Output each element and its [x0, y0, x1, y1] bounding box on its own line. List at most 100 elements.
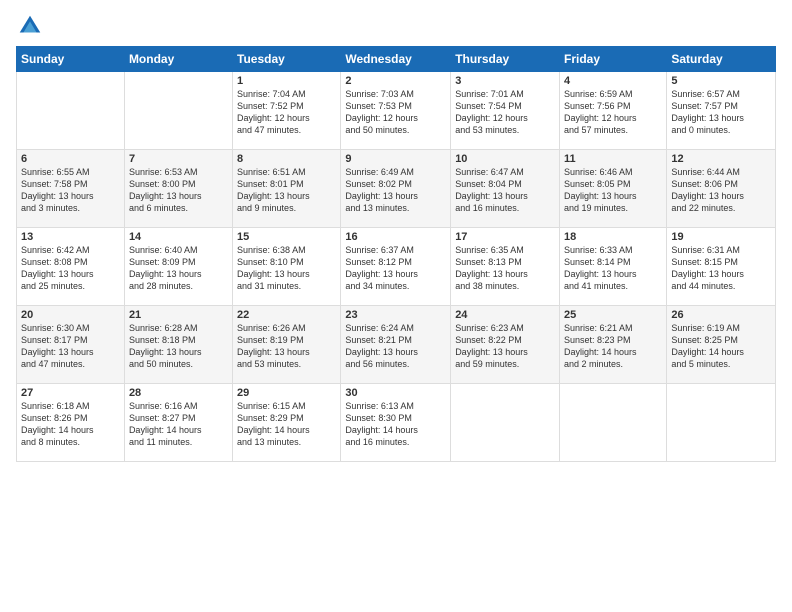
calendar-cell: 18Sunrise: 6:33 AM Sunset: 8:14 PM Dayli…: [560, 228, 667, 306]
calendar-cell: 24Sunrise: 6:23 AM Sunset: 8:22 PM Dayli…: [451, 306, 560, 384]
day-number: 29: [237, 387, 336, 399]
day-number: 1: [237, 75, 336, 87]
calendar-body: 1Sunrise: 7:04 AM Sunset: 7:52 PM Daylig…: [17, 72, 776, 462]
calendar-cell: 30Sunrise: 6:13 AM Sunset: 8:30 PM Dayli…: [341, 384, 451, 462]
logo: [16, 12, 47, 40]
calendar-cell: 25Sunrise: 6:21 AM Sunset: 8:23 PM Dayli…: [560, 306, 667, 384]
day-number: 16: [345, 231, 446, 243]
day-info: Sunrise: 6:26 AM Sunset: 8:19 PM Dayligh…: [237, 322, 336, 371]
day-info: Sunrise: 6:44 AM Sunset: 8:06 PM Dayligh…: [671, 166, 771, 215]
calendar-cell: 6Sunrise: 6:55 AM Sunset: 7:58 PM Daylig…: [17, 150, 125, 228]
day-info: Sunrise: 7:01 AM Sunset: 7:54 PM Dayligh…: [455, 88, 555, 137]
calendar-week-row: 6Sunrise: 6:55 AM Sunset: 7:58 PM Daylig…: [17, 150, 776, 228]
calendar-week-row: 1Sunrise: 7:04 AM Sunset: 7:52 PM Daylig…: [17, 72, 776, 150]
calendar-cell: 16Sunrise: 6:37 AM Sunset: 8:12 PM Dayli…: [341, 228, 451, 306]
day-number: 30: [345, 387, 446, 399]
logo-icon: [16, 12, 44, 40]
calendar-week-row: 13Sunrise: 6:42 AM Sunset: 8:08 PM Dayli…: [17, 228, 776, 306]
weekday-header-saturday: Saturday: [667, 47, 776, 72]
day-number: 22: [237, 309, 336, 321]
day-info: Sunrise: 6:15 AM Sunset: 8:29 PM Dayligh…: [237, 400, 336, 449]
day-number: 12: [671, 153, 771, 165]
calendar-cell: 29Sunrise: 6:15 AM Sunset: 8:29 PM Dayli…: [233, 384, 341, 462]
calendar-cell: 2Sunrise: 7:03 AM Sunset: 7:53 PM Daylig…: [341, 72, 451, 150]
calendar-week-row: 27Sunrise: 6:18 AM Sunset: 8:26 PM Dayli…: [17, 384, 776, 462]
day-number: 21: [129, 309, 228, 321]
day-number: 19: [671, 231, 771, 243]
day-number: 13: [21, 231, 120, 243]
day-number: 6: [21, 153, 120, 165]
day-info: Sunrise: 6:28 AM Sunset: 8:18 PM Dayligh…: [129, 322, 228, 371]
day-info: Sunrise: 6:59 AM Sunset: 7:56 PM Dayligh…: [564, 88, 662, 137]
day-info: Sunrise: 6:42 AM Sunset: 8:08 PM Dayligh…: [21, 244, 120, 293]
weekday-header-monday: Monday: [124, 47, 232, 72]
calendar-cell: 10Sunrise: 6:47 AM Sunset: 8:04 PM Dayli…: [451, 150, 560, 228]
day-info: Sunrise: 6:55 AM Sunset: 7:58 PM Dayligh…: [21, 166, 120, 215]
day-number: 3: [455, 75, 555, 87]
day-info: Sunrise: 6:30 AM Sunset: 8:17 PM Dayligh…: [21, 322, 120, 371]
day-info: Sunrise: 6:38 AM Sunset: 8:10 PM Dayligh…: [237, 244, 336, 293]
day-info: Sunrise: 6:57 AM Sunset: 7:57 PM Dayligh…: [671, 88, 771, 137]
calendar-cell: 27Sunrise: 6:18 AM Sunset: 8:26 PM Dayli…: [17, 384, 125, 462]
weekday-header-row: SundayMondayTuesdayWednesdayThursdayFrid…: [17, 47, 776, 72]
calendar-cell: 13Sunrise: 6:42 AM Sunset: 8:08 PM Dayli…: [17, 228, 125, 306]
calendar-cell: 23Sunrise: 6:24 AM Sunset: 8:21 PM Dayli…: [341, 306, 451, 384]
day-number: 8: [237, 153, 336, 165]
calendar-cell: 26Sunrise: 6:19 AM Sunset: 8:25 PM Dayli…: [667, 306, 776, 384]
day-number: 15: [237, 231, 336, 243]
calendar-table: SundayMondayTuesdayWednesdayThursdayFrid…: [16, 46, 776, 462]
calendar-cell: 4Sunrise: 6:59 AM Sunset: 7:56 PM Daylig…: [560, 72, 667, 150]
day-number: 2: [345, 75, 446, 87]
day-info: Sunrise: 6:13 AM Sunset: 8:30 PM Dayligh…: [345, 400, 446, 449]
day-info: Sunrise: 6:51 AM Sunset: 8:01 PM Dayligh…: [237, 166, 336, 215]
weekday-header-sunday: Sunday: [17, 47, 125, 72]
day-info: Sunrise: 6:31 AM Sunset: 8:15 PM Dayligh…: [671, 244, 771, 293]
calendar-cell: 15Sunrise: 6:38 AM Sunset: 8:10 PM Dayli…: [233, 228, 341, 306]
day-number: 27: [21, 387, 120, 399]
day-number: 26: [671, 309, 771, 321]
day-number: 14: [129, 231, 228, 243]
day-number: 10: [455, 153, 555, 165]
weekday-header-thursday: Thursday: [451, 47, 560, 72]
day-info: Sunrise: 6:40 AM Sunset: 8:09 PM Dayligh…: [129, 244, 228, 293]
day-info: Sunrise: 6:33 AM Sunset: 8:14 PM Dayligh…: [564, 244, 662, 293]
day-info: Sunrise: 6:19 AM Sunset: 8:25 PM Dayligh…: [671, 322, 771, 371]
calendar-cell: [451, 384, 560, 462]
day-info: Sunrise: 6:46 AM Sunset: 8:05 PM Dayligh…: [564, 166, 662, 215]
calendar-cell: 21Sunrise: 6:28 AM Sunset: 8:18 PM Dayli…: [124, 306, 232, 384]
calendar-cell: [667, 384, 776, 462]
day-info: Sunrise: 6:37 AM Sunset: 8:12 PM Dayligh…: [345, 244, 446, 293]
calendar-cell: 22Sunrise: 6:26 AM Sunset: 8:19 PM Dayli…: [233, 306, 341, 384]
calendar-cell: 11Sunrise: 6:46 AM Sunset: 8:05 PM Dayli…: [560, 150, 667, 228]
calendar-cell: 7Sunrise: 6:53 AM Sunset: 8:00 PM Daylig…: [124, 150, 232, 228]
page-container: SundayMondayTuesdayWednesdayThursdayFrid…: [0, 0, 792, 612]
day-info: Sunrise: 6:16 AM Sunset: 8:27 PM Dayligh…: [129, 400, 228, 449]
calendar-cell: 20Sunrise: 6:30 AM Sunset: 8:17 PM Dayli…: [17, 306, 125, 384]
weekday-header-friday: Friday: [560, 47, 667, 72]
day-number: 18: [564, 231, 662, 243]
calendar-cell: 1Sunrise: 7:04 AM Sunset: 7:52 PM Daylig…: [233, 72, 341, 150]
day-info: Sunrise: 6:18 AM Sunset: 8:26 PM Dayligh…: [21, 400, 120, 449]
day-info: Sunrise: 7:04 AM Sunset: 7:52 PM Dayligh…: [237, 88, 336, 137]
day-info: Sunrise: 6:47 AM Sunset: 8:04 PM Dayligh…: [455, 166, 555, 215]
day-number: 9: [345, 153, 446, 165]
day-number: 17: [455, 231, 555, 243]
day-info: Sunrise: 6:53 AM Sunset: 8:00 PM Dayligh…: [129, 166, 228, 215]
calendar-cell: 19Sunrise: 6:31 AM Sunset: 8:15 PM Dayli…: [667, 228, 776, 306]
day-info: Sunrise: 6:23 AM Sunset: 8:22 PM Dayligh…: [455, 322, 555, 371]
day-info: Sunrise: 6:49 AM Sunset: 8:02 PM Dayligh…: [345, 166, 446, 215]
calendar-cell: 9Sunrise: 6:49 AM Sunset: 8:02 PM Daylig…: [341, 150, 451, 228]
calendar-cell: 17Sunrise: 6:35 AM Sunset: 8:13 PM Dayli…: [451, 228, 560, 306]
day-info: Sunrise: 6:24 AM Sunset: 8:21 PM Dayligh…: [345, 322, 446, 371]
calendar-cell: 14Sunrise: 6:40 AM Sunset: 8:09 PM Dayli…: [124, 228, 232, 306]
calendar-header: SundayMondayTuesdayWednesdayThursdayFrid…: [17, 47, 776, 72]
day-number: 11: [564, 153, 662, 165]
day-number: 24: [455, 309, 555, 321]
weekday-header-tuesday: Tuesday: [233, 47, 341, 72]
calendar-cell: 12Sunrise: 6:44 AM Sunset: 8:06 PM Dayli…: [667, 150, 776, 228]
day-info: Sunrise: 6:35 AM Sunset: 8:13 PM Dayligh…: [455, 244, 555, 293]
calendar-week-row: 20Sunrise: 6:30 AM Sunset: 8:17 PM Dayli…: [17, 306, 776, 384]
day-number: 25: [564, 309, 662, 321]
calendar-cell: [560, 384, 667, 462]
day-info: Sunrise: 7:03 AM Sunset: 7:53 PM Dayligh…: [345, 88, 446, 137]
